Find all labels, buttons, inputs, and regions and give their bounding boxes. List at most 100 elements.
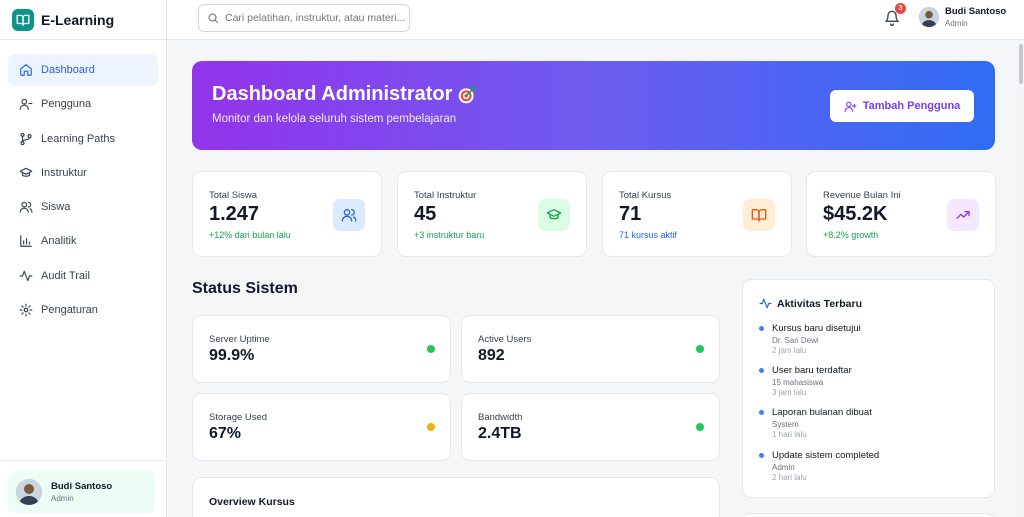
scrollbar-thumb[interactable] <box>1019 44 1023 84</box>
sidebar-item-analitik[interactable]: Analitik <box>8 225 158 257</box>
system-label: Active Users <box>478 334 532 345</box>
users-icon <box>333 199 365 231</box>
activity-item[interactable]: Update sistem completed Admin 2 hari lal… <box>759 450 979 482</box>
sidebar-item-learning-paths[interactable]: Learning Paths <box>8 123 158 155</box>
target-icon <box>459 86 476 103</box>
sidebar: E-Learning Dashboard Pengguna Learning P… <box>0 0 167 517</box>
activity-item-sub: Admin <box>772 463 795 472</box>
add-user-label: Tambah Pengguna <box>862 100 961 112</box>
activity-title: Aktivitas Terbaru <box>777 297 862 310</box>
search-box[interactable] <box>198 4 410 32</box>
activity-item-time: 2 hari lalu <box>772 473 807 482</box>
page-subtitle: Monitor dan kelola seluruh sistem pembel… <box>212 113 457 125</box>
brand[interactable]: E-Learning <box>0 0 166 40</box>
stat-label: Revenue Bulan Ini <box>823 190 901 201</box>
status-dot <box>696 345 704 353</box>
sidebar-user-card[interactable]: Budi Santoso Admin <box>8 471 155 513</box>
stat-card-total-instruktur: Total Instruktur 45 +3 instruktur baru <box>397 171 587 257</box>
activity-dot <box>759 326 764 331</box>
graduation-cap-icon <box>538 199 570 231</box>
stat-label: Total Siswa <box>209 190 258 201</box>
sidebar-item-siswa[interactable]: Siswa <box>8 191 158 223</box>
stat-card-total-kursus: Total Kursus 71 71 kursus aktif <box>602 171 792 257</box>
system-value: 99.9% <box>209 347 255 364</box>
system-card-storage-used: Storage Used 67% <box>192 393 451 461</box>
activity-item-sub: 15 mahasiswa <box>772 378 824 387</box>
sidebar-item-label: Audit Trail <box>41 269 90 282</box>
system-label: Storage Used <box>209 412 268 423</box>
activity-item-title: Kursus baru disetujui <box>772 323 861 334</box>
system-value: 892 <box>478 347 505 364</box>
activity-item-title: Laporan bulanan dibuat <box>772 407 872 418</box>
activity-item-time: 1 hari lalu <box>772 430 807 439</box>
stat-note: +3 instruktur baru <box>414 230 485 240</box>
stat-note: +8.2% growth <box>823 230 879 240</box>
avatar <box>16 479 42 505</box>
sidebar-item-pengaturan[interactable]: Pengaturan <box>8 294 158 326</box>
activity-item-title: Update sistem completed <box>772 450 880 461</box>
top-header: 3 Budi Santoso Admin <box>167 0 1024 40</box>
activity-dot <box>759 368 764 373</box>
activity-item-title: User baru terdaftar <box>772 365 852 376</box>
stat-label: Total Instruktur <box>414 190 477 201</box>
sidebar-item-audit-trail[interactable]: Audit Trail <box>8 260 158 292</box>
sidebar-item-instruktur[interactable]: Instruktur <box>8 157 158 189</box>
sidebar-item-label: Siswa <box>41 201 71 214</box>
stat-value: $45.2K <box>823 203 888 225</box>
activity-item-sub: System <box>772 420 799 429</box>
book-logo-icon <box>12 8 34 31</box>
stat-card-revenue: Revenue Bulan Ini $45.2K +8.2% growth <box>806 171 996 257</box>
activity-icon <box>759 298 772 309</box>
sidebar-user-name: Budi Santoso <box>51 481 113 492</box>
sidebar-item-label: Instruktur <box>41 166 87 179</box>
overview-card: Overview Kursus <box>192 477 720 517</box>
bar-chart-icon <box>20 235 32 248</box>
activity-item-time: 3 jam lalu <box>772 388 807 397</box>
hero-banner: Dashboard Administrator Monitor dan kelo… <box>192 61 995 150</box>
header-user-name: Budi Santoso <box>945 6 1007 17</box>
activity-icon <box>19 270 33 282</box>
app-name: E-Learning <box>41 11 115 28</box>
stat-label: Total Kursus <box>619 190 672 201</box>
activity-item-time: 2 jam lalu <box>772 346 807 355</box>
search-input[interactable] <box>225 12 405 24</box>
sidebar-item-dashboard[interactable]: Dashboard <box>8 54 158 86</box>
sidebar-item-label: Pengaturan <box>41 304 98 317</box>
sidebar-item-label: Analitik <box>41 235 77 248</box>
gear-icon <box>19 303 33 317</box>
search-icon <box>208 13 219 24</box>
activity-item-sub: Dr. Sari Dewi <box>772 336 819 345</box>
book-open-icon <box>743 199 775 231</box>
secondary-card <box>742 513 995 517</box>
system-label: Server Uptime <box>209 334 270 345</box>
status-dot <box>696 423 704 431</box>
user-plus-icon <box>844 101 857 112</box>
activity-item[interactable]: User baru terdaftar 15 mahasiswa 3 jam l… <box>759 365 979 397</box>
sidebar-item-label: Dashboard <box>41 64 95 76</box>
git-branch-icon <box>20 132 32 145</box>
activity-item[interactable]: Kursus baru disetujui Dr. Sari Dewi 2 ja… <box>759 323 979 355</box>
stat-note: 71 kursus aktif <box>619 230 678 240</box>
system-value: 2.4TB <box>478 425 522 442</box>
status-dot <box>427 345 435 353</box>
sidebar-item-label: Learning Paths <box>41 132 115 145</box>
users-icon <box>19 201 33 214</box>
stat-note: +12% dari bulan lalu <box>209 230 291 240</box>
system-card-bandwidth: Bandwidth 2.4TB <box>461 393 720 461</box>
page-title: Dashboard Administrator <box>212 83 453 105</box>
stat-value: 1.247 <box>209 203 260 225</box>
system-card-server-uptime: Server Uptime 99.9% <box>192 315 451 383</box>
system-status-title: Status Sistem <box>192 280 298 297</box>
scrollbar-track[interactable] <box>1018 40 1024 517</box>
header-user-menu[interactable]: Budi Santoso Admin <box>919 6 1006 28</box>
sidebar-item-pengguna[interactable]: Pengguna <box>8 88 158 120</box>
trending-up-icon <box>947 199 979 231</box>
stat-card-total-siswa: Total Siswa 1.247 +12% dari bulan lalu <box>192 171 382 257</box>
stat-value: 45 <box>414 203 437 225</box>
system-value: 67% <box>209 425 242 442</box>
home-icon <box>20 64 32 76</box>
user-icon <box>19 99 33 111</box>
activity-item[interactable]: Laporan bulanan dibuat System 1 hari lal… <box>759 407 979 439</box>
system-label: Bandwidth <box>478 412 523 423</box>
add-user-button[interactable]: Tambah Pengguna <box>830 90 974 122</box>
